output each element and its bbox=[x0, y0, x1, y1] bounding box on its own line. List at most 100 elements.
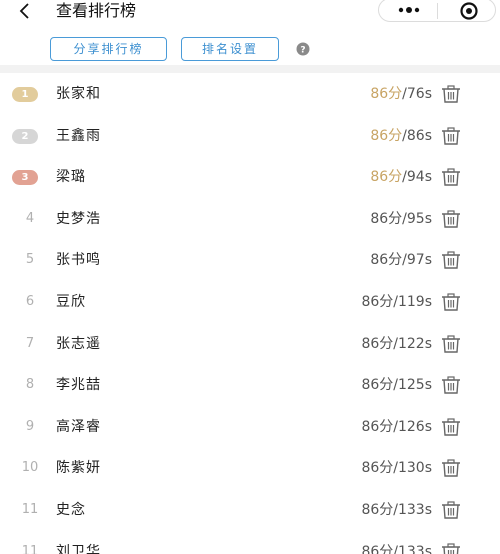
score-value: 86分 bbox=[361, 544, 394, 554]
player-name: 史念 bbox=[56, 502, 86, 518]
rank-medal-badge: 2 bbox=[12, 129, 38, 144]
rank-medal-badge: 1 bbox=[12, 87, 38, 102]
score-value: 86分 bbox=[361, 377, 394, 393]
trash-icon[interactable] bbox=[441, 85, 461, 103]
back-button[interactable] bbox=[14, 0, 38, 24]
ranking-row: 4 史梦浩 86分/95s bbox=[0, 198, 500, 240]
rank-number: 9 bbox=[25, 419, 35, 434]
score-value: 86分 bbox=[361, 460, 394, 476]
time-value: 95s bbox=[406, 211, 432, 227]
ranking-row: 11 刘卫华 86分/133s bbox=[0, 531, 500, 554]
mini-program-capsule bbox=[378, 0, 496, 22]
player-name: 刘卫华 bbox=[56, 544, 101, 554]
player-name: 张书鸣 bbox=[56, 252, 101, 268]
rank-number: 10 bbox=[21, 460, 39, 475]
trash-icon[interactable] bbox=[441, 543, 461, 554]
ranking-row: 7 张志遥 86分/122s bbox=[0, 323, 500, 365]
ranking-row: 5 张书鸣 86分/97s bbox=[0, 239, 500, 281]
ranking-row: 2 王鑫雨 86分/86s bbox=[0, 115, 500, 157]
leaderboard-page: 查看排行榜 分享排行榜 排名设置 ? 1 张家和 86分/76s 2 王鑫雨 8… bbox=[0, 0, 500, 554]
rank-number: 11 bbox=[21, 502, 39, 517]
rank-number: 4 bbox=[25, 211, 35, 226]
score-time: 86分/122s bbox=[361, 334, 432, 354]
chevron-left-icon bbox=[19, 3, 29, 19]
trash-icon[interactable] bbox=[441, 168, 461, 186]
score-time: 86分/86s bbox=[370, 126, 432, 146]
player-name: 李兆喆 bbox=[56, 377, 101, 393]
ranking-row: 10 陈紫妍 86分/130s bbox=[0, 447, 500, 489]
time-value: 94s bbox=[406, 169, 432, 185]
action-row: 分享排行榜 排名设置 ? bbox=[0, 37, 500, 63]
player-name: 张志遥 bbox=[56, 336, 101, 352]
trash-icon[interactable] bbox=[441, 251, 461, 269]
score-time: 86分/95s bbox=[370, 209, 432, 229]
time-value: 133s bbox=[397, 502, 432, 518]
more-button[interactable] bbox=[389, 0, 429, 21]
score-time: 86分/133s bbox=[361, 500, 432, 520]
rank-number: 6 bbox=[25, 294, 35, 309]
score-value: 86分 bbox=[370, 169, 403, 185]
ranking-row: 3 梁璐 86分/94s bbox=[0, 156, 500, 198]
ranking-row: 6 豆欣 86分/119s bbox=[0, 281, 500, 323]
score-time: 86分/126s bbox=[361, 417, 432, 437]
trash-icon[interactable] bbox=[441, 210, 461, 228]
capsule-divider bbox=[437, 3, 438, 19]
trash-icon[interactable] bbox=[441, 418, 461, 436]
time-value: 119s bbox=[397, 294, 432, 310]
ranking-row: 9 高泽睿 86分/126s bbox=[0, 406, 500, 448]
score-value: 86分 bbox=[370, 252, 403, 268]
rank-medal-badge: 3 bbox=[12, 170, 38, 185]
trash-icon[interactable] bbox=[441, 501, 461, 519]
ranking-row: 1 张家和 86分/76s bbox=[0, 73, 500, 115]
trash-icon[interactable] bbox=[441, 293, 461, 311]
player-name: 梁璐 bbox=[56, 169, 86, 185]
player-name: 王鑫雨 bbox=[56, 128, 101, 144]
close-button[interactable] bbox=[447, 0, 491, 21]
more-dots-icon bbox=[398, 7, 420, 13]
player-name: 陈紫妍 bbox=[56, 460, 101, 476]
score-time: 86分/94s bbox=[370, 167, 432, 187]
score-time: 86分/130s bbox=[361, 458, 432, 478]
trash-icon[interactable] bbox=[441, 376, 461, 394]
player-name: 豆欣 bbox=[56, 294, 86, 310]
trash-icon[interactable] bbox=[441, 335, 461, 353]
score-time: 86分/119s bbox=[361, 292, 432, 312]
time-value: 122s bbox=[397, 336, 432, 352]
player-name: 张家和 bbox=[56, 86, 101, 102]
score-time: 86分/133s bbox=[361, 542, 432, 554]
ranking-row: 11 史念 86分/133s bbox=[0, 489, 500, 531]
ranking-row: 8 李兆喆 86分/125s bbox=[0, 364, 500, 406]
score-time: 86分/125s bbox=[361, 375, 432, 395]
score-time: 86分/97s bbox=[370, 250, 432, 270]
time-value: 86s bbox=[406, 128, 432, 144]
question-icon[interactable]: ? bbox=[296, 42, 310, 56]
time-value: 76s bbox=[406, 86, 432, 102]
time-value: 133s bbox=[397, 544, 432, 554]
rank-setting-button[interactable]: 排名设置 bbox=[181, 37, 279, 61]
score-value: 86分 bbox=[361, 419, 394, 435]
time-value: 125s bbox=[397, 377, 432, 393]
time-value: 97s bbox=[406, 252, 432, 268]
player-name: 高泽睿 bbox=[56, 419, 101, 435]
score-value: 86分 bbox=[370, 86, 403, 102]
score-time: 86分/76s bbox=[370, 84, 432, 104]
score-value: 86分 bbox=[370, 211, 403, 227]
nav-bar: 查看排行榜 bbox=[0, 0, 500, 26]
share-leaderboard-button[interactable]: 分享排行榜 bbox=[50, 37, 167, 61]
trash-icon[interactable] bbox=[441, 459, 461, 477]
player-name: 史梦浩 bbox=[56, 211, 101, 227]
rank-number: 7 bbox=[25, 336, 35, 351]
time-value: 126s bbox=[397, 419, 432, 435]
rank-number: 5 bbox=[25, 252, 35, 267]
section-divider bbox=[0, 65, 500, 73]
score-value: 86分 bbox=[361, 294, 394, 310]
rank-number: 8 bbox=[25, 377, 35, 392]
score-value: 86分 bbox=[370, 128, 403, 144]
rank-number: 11 bbox=[21, 544, 39, 554]
target-close-icon bbox=[460, 2, 478, 20]
score-value: 86分 bbox=[361, 502, 394, 518]
trash-icon[interactable] bbox=[441, 127, 461, 145]
page-title: 查看排行榜 bbox=[56, 1, 137, 20]
time-value: 130s bbox=[397, 460, 432, 476]
score-value: 86分 bbox=[361, 336, 394, 352]
